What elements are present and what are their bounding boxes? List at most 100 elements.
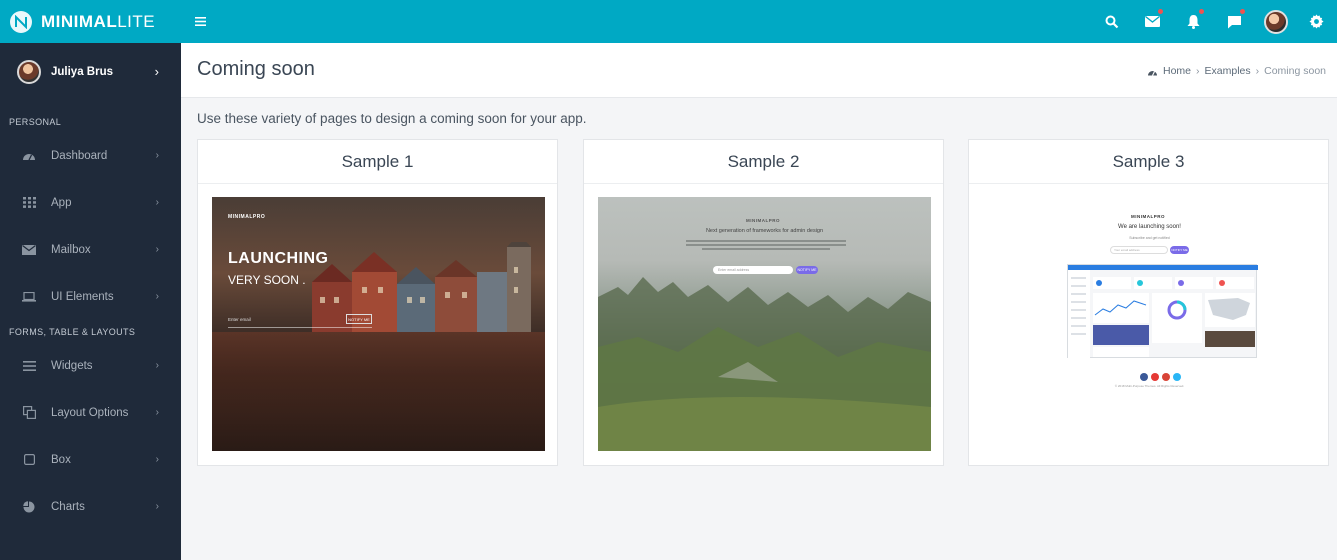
preview-description-lines <box>686 240 846 254</box>
sample-card-3: Sample 3 MINIMALPRO We are launching soo… <box>968 139 1329 466</box>
envelope-icon <box>21 242 37 258</box>
sidebar-item-dashboard[interactable]: Dashboard › <box>0 132 181 179</box>
bell-notification-dot <box>1199 9 1204 14</box>
search-icon[interactable] <box>1091 0 1132 43</box>
chat-notification-dot <box>1240 9 1245 14</box>
chevron-right-icon: › <box>155 291 159 302</box>
menu-toggle-icon[interactable] <box>195 13 206 31</box>
logo-text: MINIMALLITE <box>41 12 155 32</box>
page-title: Coming soon <box>197 58 315 80</box>
preview-subline: VERY SOON . <box>228 273 306 287</box>
square-icon <box>21 452 37 468</box>
preview-email-input: Enter email address <box>713 266 793 274</box>
chat-icon[interactable] <box>1214 0 1255 43</box>
profile-avatar[interactable] <box>1255 0 1296 43</box>
sidebar-item-label: Widgets <box>51 359 93 372</box>
breadcrumb-separator: › <box>1196 65 1200 77</box>
sample-card-1: Sample 1 MINIMALPRO LAUNCHING VERY SOON … <box>197 139 558 466</box>
water-reflection <box>212 332 545 451</box>
mail-notification-dot <box>1158 9 1163 14</box>
breadcrumb-examples[interactable]: Examples <box>1205 65 1251 77</box>
forest-illustration <box>598 277 931 451</box>
breadcrumb-separator: › <box>1255 65 1260 77</box>
main-content: Coming soon Home › Examples › Coming soo… <box>181 43 1337 560</box>
sidebar-item-label: Dashboard <box>51 149 108 162</box>
preview-headline: We are launching soon! <box>1118 224 1181 230</box>
breadcrumb: Home › Examples › Coming soon <box>1147 65 1326 77</box>
chevron-right-icon: › <box>154 64 159 79</box>
logo-text-light: LITE <box>117 11 156 31</box>
user-name: Juliya Brus <box>51 65 113 78</box>
youtube-icon <box>1151 373 1159 381</box>
logo[interactable]: MINIMALLITE <box>0 0 181 43</box>
sidebar-item-label: App <box>51 196 72 209</box>
sidebar-item-label: Box <box>51 453 71 466</box>
sidebar-item-label: Mailbox <box>51 243 91 256</box>
page-header: Coming soon Home › Examples › Coming soo… <box>181 43 1337 98</box>
chevron-right-icon: › <box>155 407 159 418</box>
preview-email-input: Your email address <box>1110 246 1168 254</box>
sample-2-preview-image[interactable]: MINIMALPRO Next generation of frameworks… <box>598 197 931 451</box>
preview-social-icons <box>1140 373 1181 381</box>
laptop-icon <box>21 289 37 305</box>
sidebar-item-ui-elements[interactable]: UI Elements › <box>0 273 181 320</box>
sample-title: Sample 1 <box>198 140 557 184</box>
dashboard-icon <box>21 148 37 164</box>
home-icon <box>1147 67 1158 76</box>
chevron-right-icon: › <box>155 360 159 371</box>
sample-title: Sample 3 <box>969 140 1328 184</box>
sidebar-item-box[interactable]: Box › <box>0 436 181 483</box>
section-forms-table-layouts: FORMS, TABLE & LAYOUTS <box>9 327 136 337</box>
logo-text-bold: MINIMAL <box>41 11 118 31</box>
preview-copyright: © 2018 Multi-Purpose Themes. All Rights … <box>1114 384 1185 388</box>
sample-3-preview-image[interactable]: MINIMALPRO We are launching soon! Subscr… <box>983 197 1316 451</box>
preview-headline: LAUNCHING <box>228 250 329 267</box>
google-plus-icon <box>1162 373 1170 381</box>
sidebar-item-layout-options[interactable]: Layout Options › <box>0 389 181 436</box>
preview-brand: MINIMALPRO <box>1131 214 1165 219</box>
chevron-right-icon: › <box>155 244 159 255</box>
avatar-image <box>1263 9 1288 34</box>
preview-input-underline <box>228 327 372 328</box>
chevron-right-icon: › <box>155 501 159 512</box>
chevron-right-icon: › <box>155 150 159 161</box>
chevron-right-icon: › <box>155 454 159 465</box>
dashboard-thumbnail <box>1068 265 1258 359</box>
sidebar-item-app[interactable]: App › <box>0 179 181 226</box>
sample-1-preview-image[interactable]: MINIMALPRO LAUNCHING VERY SOON . Enter e… <box>212 197 545 451</box>
sidebar-item-widgets[interactable]: Widgets › <box>0 342 181 389</box>
sidebar: Juliya Brus › PERSONAL Dashboard › App ›… <box>0 43 181 560</box>
top-navbar: MINIMALLITE <box>0 0 1337 43</box>
preview-notify-button: NOTIFY ME <box>796 266 818 274</box>
sidebar-item-charts[interactable]: Charts › <box>0 483 181 530</box>
sidebar-item-mailbox[interactable]: Mailbox › <box>0 226 181 273</box>
preview-brand: MINIMALPRO <box>746 218 780 223</box>
sidebar-item-label: UI Elements <box>51 290 114 303</box>
intro-text: Use these variety of pages to design a c… <box>197 111 587 126</box>
logo-mark-icon <box>10 10 32 33</box>
sample-title: Sample 2 <box>584 140 943 184</box>
chevron-right-icon: › <box>155 197 159 208</box>
preview-notify-button: NOTIFY ME <box>346 314 372 324</box>
pie-chart-icon <box>21 499 37 515</box>
preview-brand: MINIMALPRO <box>228 214 266 220</box>
breadcrumb-current: Coming soon <box>1264 65 1326 77</box>
bell-icon[interactable] <box>1173 0 1214 43</box>
sidebar-item-label: Charts <box>51 500 85 513</box>
sidebar-item-label: Layout Options <box>51 406 129 419</box>
sample-card-2: Sample 2 MINIMALPRO Next generation of f… <box>583 139 944 466</box>
facebook-icon <box>1140 373 1148 381</box>
list-icon <box>21 358 37 374</box>
section-personal: PERSONAL <box>9 117 62 127</box>
twitter-icon <box>1173 373 1181 381</box>
user-panel[interactable]: Juliya Brus › <box>0 43 181 100</box>
mail-icon[interactable] <box>1132 0 1173 43</box>
gear-icon[interactable] <box>1296 0 1337 43</box>
breadcrumb-home[interactable]: Home <box>1163 65 1191 77</box>
copy-icon <box>21 405 37 421</box>
preview-notify-button: NOTIFY ME <box>1170 246 1189 254</box>
preview-subline: Next generation of frameworks for admin … <box>705 228 824 234</box>
preview-dashboard-screenshot <box>1067 264 1258 359</box>
preview-email-placeholder: Enter email <box>228 317 251 322</box>
user-avatar <box>17 59 41 84</box>
